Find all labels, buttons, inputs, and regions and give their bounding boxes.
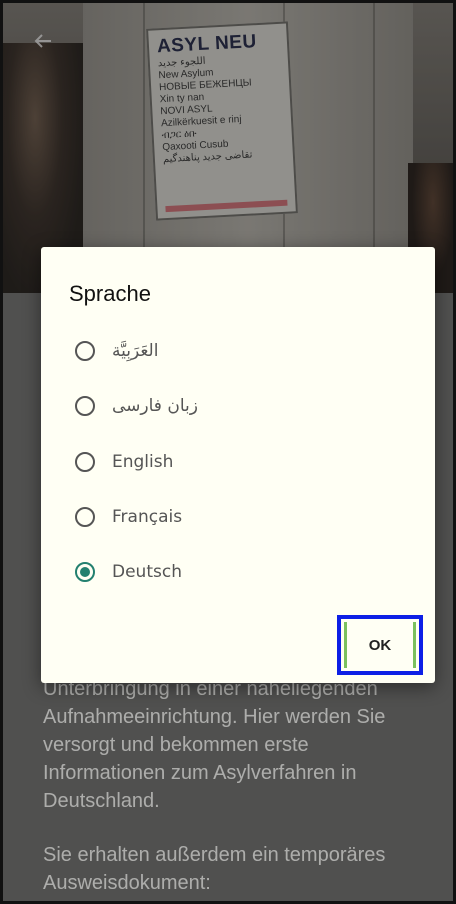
option-label: العَرَبِيَّة xyxy=(112,341,159,361)
dialog-title: Sprache xyxy=(69,281,151,306)
option-label: Deutsch xyxy=(112,562,182,582)
ok-button-label: OK xyxy=(344,622,416,668)
option-label: English xyxy=(112,452,174,472)
radio-button[interactable] xyxy=(75,341,95,361)
app-screen: ASYL NEU اللجوء جديد New Asylum НОВЫЕ БЕ… xyxy=(0,0,456,904)
language-option-german[interactable]: Deutsch xyxy=(75,552,182,592)
radio-button-checked[interactable] xyxy=(75,562,95,582)
radio-button[interactable] xyxy=(75,507,95,527)
option-label: زبان فارسی xyxy=(112,396,198,416)
radio-button[interactable] xyxy=(75,452,95,472)
language-option-arabic[interactable]: العَرَبِيَّة xyxy=(75,331,158,371)
radio-button[interactable] xyxy=(75,396,95,416)
ok-button[interactable]: OK xyxy=(337,615,423,675)
language-dialog: Sprache العَرَبِيَّة زبان فارسی English … xyxy=(41,247,435,683)
language-option-english[interactable]: English xyxy=(75,442,173,482)
language-option-farsi[interactable]: زبان فارسی xyxy=(75,386,198,426)
option-label: Français xyxy=(112,507,183,527)
language-option-french[interactable]: Français xyxy=(75,497,182,537)
